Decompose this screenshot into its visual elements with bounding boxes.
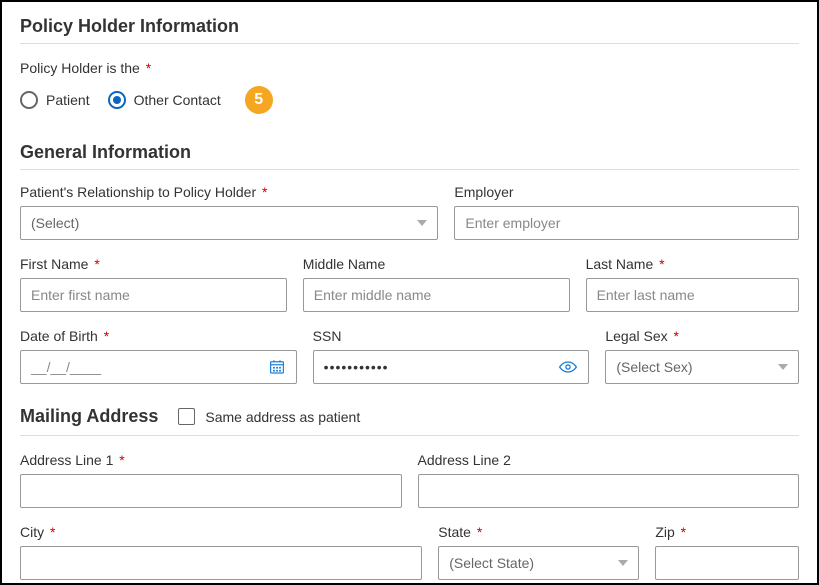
step-badge: 5 — [245, 86, 273, 114]
legal-sex-placeholder: (Select Sex) — [616, 359, 692, 375]
middle-name-input[interactable] — [303, 278, 570, 312]
eye-icon[interactable] — [558, 357, 578, 377]
radio-patient-label: Patient — [46, 92, 90, 108]
radio-other-contact[interactable]: Other Contact — [108, 91, 221, 109]
city-label: City * — [20, 524, 422, 540]
dob-mask: __/__/____ — [31, 359, 268, 375]
address2-label: Address Line 2 — [418, 452, 800, 468]
same-address-label: Same address as patient — [205, 409, 360, 425]
address2-input[interactable] — [418, 474, 800, 508]
last-name-label: Last Name * — [586, 256, 799, 272]
required-asterisk: * — [142, 60, 151, 76]
radio-other-contact-label: Other Contact — [134, 92, 221, 108]
chevron-down-icon — [778, 364, 788, 370]
chevron-down-icon — [417, 220, 427, 226]
state-placeholder: (Select State) — [449, 555, 534, 571]
address1-field[interactable] — [31, 475, 391, 507]
relationship-placeholder: (Select) — [31, 215, 79, 231]
ssn-label: SSN — [313, 328, 590, 344]
city-input[interactable] — [20, 546, 422, 580]
relationship-select[interactable]: (Select) — [20, 206, 438, 240]
address1-input[interactable] — [20, 474, 402, 508]
section-title-mailing: Mailing Address — [20, 406, 158, 427]
radio-icon — [20, 91, 38, 109]
first-name-field[interactable] — [31, 279, 276, 311]
section-title-general-info: General Information — [20, 142, 799, 170]
relationship-label: Patient's Relationship to Policy Holder … — [20, 184, 438, 200]
legal-sex-select[interactable]: (Select Sex) — [605, 350, 799, 384]
zip-field[interactable] — [666, 547, 788, 579]
dob-label: Date of Birth * — [20, 328, 297, 344]
address2-field[interactable] — [429, 475, 789, 507]
middle-name-field[interactable] — [314, 279, 559, 311]
calendar-icon[interactable] — [268, 358, 286, 376]
section-title-policy-holder: Policy Holder Information — [20, 16, 799, 44]
zip-label: Zip * — [655, 524, 799, 540]
city-field[interactable] — [31, 547, 411, 579]
employer-label: Employer — [454, 184, 799, 200]
state-label: State * — [438, 524, 639, 540]
checkbox-icon — [178, 408, 195, 425]
ssn-masked: ••••••••••• — [324, 359, 559, 375]
employer-input[interactable] — [454, 206, 799, 240]
chevron-down-icon — [618, 560, 628, 566]
zip-input[interactable] — [655, 546, 799, 580]
first-name-input[interactable] — [20, 278, 287, 312]
last-name-field[interactable] — [597, 279, 788, 311]
employer-field[interactable] — [465, 207, 788, 239]
ssn-input[interactable]: ••••••••••• — [313, 350, 590, 384]
last-name-input[interactable] — [586, 278, 799, 312]
dob-input[interactable]: __/__/____ — [20, 350, 297, 384]
address1-label: Address Line 1 * — [20, 452, 402, 468]
first-name-label: First Name * — [20, 256, 287, 272]
same-address-checkbox[interactable]: Same address as patient — [178, 408, 360, 425]
legal-sex-label: Legal Sex * — [605, 328, 799, 344]
state-select[interactable]: (Select State) — [438, 546, 639, 580]
middle-name-label: Middle Name — [303, 256, 570, 272]
radio-patient[interactable]: Patient — [20, 91, 90, 109]
radio-icon — [108, 91, 126, 109]
policy-holder-is-the-label: Policy Holder is the * — [20, 60, 799, 76]
